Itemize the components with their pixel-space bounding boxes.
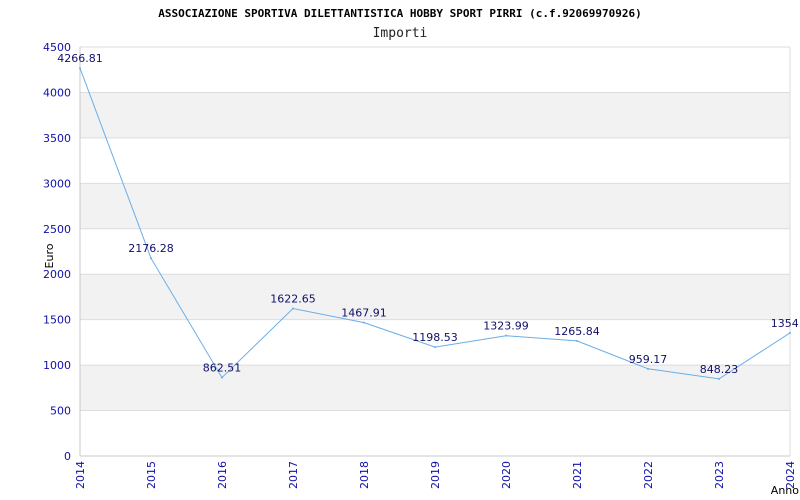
data-label: 848.23 [700, 363, 739, 376]
data-point [718, 377, 720, 380]
x-tick-label: 2016 [216, 461, 229, 489]
x-tick-label: 2021 [571, 461, 584, 489]
x-tick-label: 2014 [74, 461, 87, 489]
y-tick-label: 2500 [43, 223, 71, 236]
x-tick-label: 2015 [145, 461, 158, 489]
plot-band [80, 365, 790, 411]
data-point [221, 376, 223, 379]
plot-background [80, 92, 790, 411]
x-tick-label: 2022 [642, 461, 655, 489]
y-tick-label: 2000 [43, 268, 71, 281]
data-point [505, 334, 507, 337]
data-point [292, 307, 294, 310]
y-tick-label: 4000 [43, 86, 71, 99]
data-label: 2176.28 [128, 242, 174, 255]
y-tick-label: 3500 [43, 132, 71, 145]
data-label: 1198.53 [412, 331, 458, 344]
x-axis-ticks: 2014 2015 2016 2017 2018 2019 2020 2021 2022 2023… [74, 461, 797, 489]
y-tick-label: 1500 [43, 314, 71, 327]
data-point [79, 67, 81, 70]
plot-band [80, 92, 790, 138]
x-tick-label: 2017 [287, 461, 300, 489]
data-label: 1354.2 [771, 317, 800, 330]
chart-subtitle: Importi [373, 26, 428, 41]
data-point [363, 321, 365, 324]
data-label: 1265.84 [554, 325, 600, 338]
y-tick-label: 500 [50, 405, 71, 418]
y-tick-label: 0 [64, 450, 71, 463]
data-point [434, 346, 436, 349]
plot-band [80, 274, 790, 320]
x-tick-label: 2018 [358, 461, 371, 489]
data-label: 1323.99 [483, 320, 529, 333]
x-axis-label: Anno [771, 484, 799, 497]
data-label: 4266.81 [57, 52, 103, 65]
x-tick-label: 2023 [713, 461, 726, 489]
y-tick-label: 1000 [43, 359, 71, 372]
chart-title: ASSOCIAZIONE SPORTIVA DILETTANTISTICA HO… [158, 7, 641, 20]
x-tick-label: 2019 [429, 461, 442, 489]
data-point [150, 257, 152, 260]
plot-band [80, 183, 790, 229]
data-point [647, 367, 649, 370]
data-point [789, 331, 791, 334]
y-tick-label: 3000 [43, 177, 71, 190]
data-label: 862.51 [203, 362, 242, 375]
line-chart: ASSOCIAZIONE SPORTIVA DILETTANTISTICA HO… [43, 7, 800, 497]
data-label: 1622.65 [270, 293, 316, 306]
data-label: 959.17 [629, 353, 668, 366]
data-point [576, 339, 578, 342]
y-axis-label: Euro [43, 243, 56, 268]
data-label: 1467.91 [341, 307, 387, 320]
x-tick-label: 2020 [500, 461, 513, 489]
